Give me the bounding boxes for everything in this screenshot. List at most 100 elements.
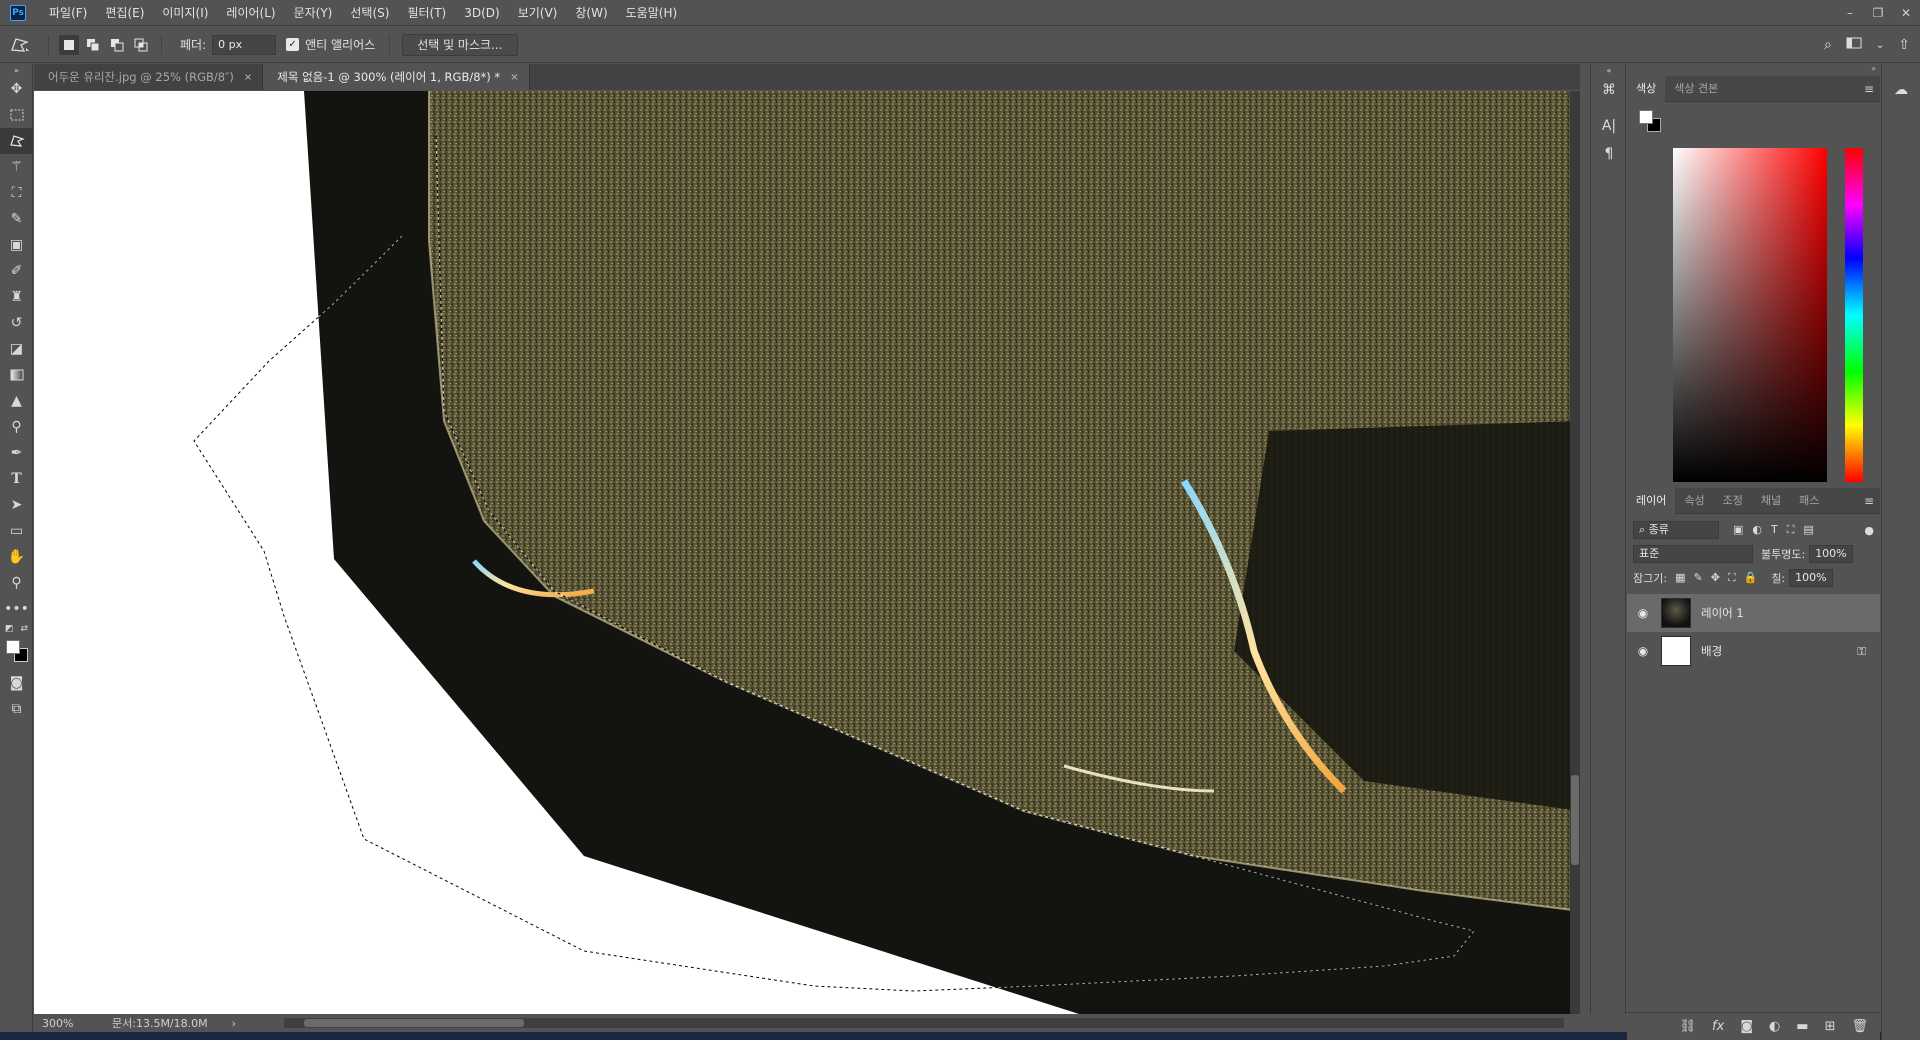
marquee-tool-icon[interactable]: [0, 102, 33, 128]
layer-row-background[interactable]: ◉ 배경 ⚿: [1627, 632, 1880, 670]
menu-filter[interactable]: 필터(T): [398, 0, 455, 26]
layer-name[interactable]: 레이어 1: [1701, 605, 1744, 621]
link-icon[interactable]: ⛓: [1680, 1019, 1697, 1034]
dock-collapse-icon[interactable]: «: [1591, 64, 1627, 76]
mask-icon[interactable]: ◙: [1740, 1019, 1753, 1034]
move-tool-icon[interactable]: ✥: [0, 76, 33, 102]
menu-help[interactable]: 도움말(H): [617, 0, 687, 26]
toolbar-collapse-icon[interactable]: »: [0, 64, 33, 76]
adjustment-icon[interactable]: ◐: [1769, 1019, 1780, 1034]
dodge-tool-icon[interactable]: ⚲: [0, 414, 33, 440]
status-menu-arrow-icon[interactable]: ›: [232, 1017, 236, 1030]
foreground-color-swatch[interactable]: [1639, 110, 1653, 124]
blur-tool-icon[interactable]: ▲: [0, 388, 33, 414]
menu-image[interactable]: 이미지(I): [153, 0, 217, 26]
filter-toggle-icon[interactable]: ●: [1864, 524, 1874, 537]
menu-edit[interactable]: 편집(E): [96, 0, 153, 26]
type-tool-icon[interactable]: T: [0, 466, 33, 492]
document-canvas[interactable]: [34, 91, 1580, 1014]
layer-row-layer1[interactable]: ◉ 레이어 1: [1627, 594, 1880, 632]
menu-window[interactable]: 창(W): [566, 0, 616, 26]
horizontal-scrollbar-thumb[interactable]: [304, 1019, 524, 1027]
character-panel-icon[interactable]: A|: [1591, 112, 1627, 140]
vertical-scrollbar[interactable]: [1570, 91, 1580, 1014]
tab-swatches[interactable]: 색상 견본: [1665, 76, 1727, 102]
panel-menu-icon[interactable]: ≡: [1864, 494, 1874, 508]
minimize-icon[interactable]: –: [1836, 0, 1864, 26]
menu-select[interactable]: 선택(S): [341, 0, 398, 26]
feather-input[interactable]: 0 px: [212, 34, 277, 55]
close-icon[interactable]: ✕: [1892, 0, 1920, 26]
folder-icon[interactable]: ▬: [1796, 1019, 1808, 1034]
tab-close-icon[interactable]: ×: [244, 72, 252, 83]
layer-filter-select[interactable]: ⌕ 종류: [1633, 521, 1719, 539]
panel-menu-icon[interactable]: ≡: [1864, 82, 1874, 96]
path-selection-tool-icon[interactable]: ➤: [0, 492, 33, 518]
history-brush-tool-icon[interactable]: ↺: [0, 310, 33, 336]
menu-3d[interactable]: 3D(D): [455, 0, 508, 26]
tab-adjustments[interactable]: 조정: [1714, 488, 1752, 514]
select-and-mask-button[interactable]: 선택 및 마스크...: [402, 33, 518, 56]
tab-color[interactable]: 색상: [1627, 75, 1666, 102]
new-layer-icon[interactable]: ⊞: [1825, 1019, 1836, 1034]
paragraph-panel-icon[interactable]: ¶: [1591, 140, 1627, 168]
filter-type-icons[interactable]: ▣◐T⛶▤: [1733, 523, 1823, 537]
hue-slider[interactable]: [1845, 148, 1863, 482]
search-icon[interactable]: ⌕: [1824, 37, 1832, 53]
tab-close-icon[interactable]: ×: [510, 72, 518, 83]
polygonal-lasso-tool-icon[interactable]: [0, 128, 33, 154]
tab-properties[interactable]: 속성: [1675, 488, 1713, 514]
tab-channels[interactable]: 채널: [1752, 488, 1790, 514]
canvas-image[interactable]: [34, 91, 1580, 1014]
pen-tool-icon[interactable]: ✒: [0, 440, 33, 466]
polygonal-lasso-preset-icon[interactable]: [0, 32, 40, 58]
screen-mode-icon[interactable]: ⧉: [0, 696, 33, 722]
history-panel-icon[interactable]: ⌘: [1591, 76, 1627, 104]
workspace-icon[interactable]: [1846, 36, 1862, 54]
eyedropper-tool-icon[interactable]: ✎: [0, 206, 33, 232]
tab-document-1[interactable]: 어두운 유리잔.jpg @ 25% (RGB/8″) ×: [34, 64, 264, 90]
visibility-eye-icon[interactable]: ◉: [1633, 644, 1653, 658]
tab-paths[interactable]: 패스: [1790, 488, 1828, 514]
menu-view[interactable]: 보기(V): [509, 0, 567, 26]
tab-document-2[interactable]: 제목 없음-1 @ 300% (레이어 1, RGB/8*) * ×: [263, 64, 530, 90]
brush-tool-icon[interactable]: ✐: [0, 258, 33, 284]
antialias-checkbox[interactable]: ✓: [286, 38, 300, 51]
restore-icon[interactable]: ❐: [1864, 0, 1892, 26]
frame-tool-icon[interactable]: ▣: [0, 232, 33, 258]
fill-input[interactable]: 100%: [1789, 569, 1834, 587]
more-tools-icon[interactable]: •••: [0, 596, 33, 622]
menu-type[interactable]: 문자(Y): [285, 0, 342, 26]
lock-options-icons[interactable]: ▦✎✥⛶🔒: [1675, 571, 1765, 585]
zoom-tool-icon[interactable]: ⚲: [0, 570, 33, 596]
visibility-eye-icon[interactable]: ◉: [1633, 606, 1653, 620]
tab-layers[interactable]: 레이어: [1627, 487, 1676, 514]
blend-mode-select[interactable]: 표준: [1633, 545, 1753, 563]
clone-stamp-tool-icon[interactable]: ♜: [0, 284, 33, 310]
color-swatches[interactable]: [0, 636, 33, 670]
rectangle-tool-icon[interactable]: ▭: [0, 518, 33, 544]
foreground-color-swatch[interactable]: [6, 640, 20, 654]
magic-wand-tool-icon[interactable]: ⚚: [0, 154, 33, 180]
menu-file[interactable]: 파일(F): [40, 0, 96, 26]
zoom-level[interactable]: 300%: [42, 1017, 100, 1030]
subtract-selection-mode-button[interactable]: [107, 35, 127, 55]
quick-mask-icon[interactable]: ◙: [0, 670, 33, 696]
gradient-tool-icon[interactable]: [0, 362, 33, 388]
menu-layer[interactable]: 레이어(L): [217, 0, 284, 26]
share-icon[interactable]: ⇧: [1898, 37, 1910, 53]
crop-tool-icon[interactable]: ⛶: [0, 180, 33, 206]
panel-collapse-icon[interactable]: »: [1627, 64, 1880, 76]
chevron-down-icon[interactable]: ⌄: [1876, 40, 1884, 51]
hand-tool-icon[interactable]: ✋: [0, 544, 33, 570]
swap-colors-icon[interactable]: ◩ ⇄: [0, 622, 33, 636]
layer-name[interactable]: 배경: [1701, 643, 1722, 659]
vertical-scrollbar-thumb[interactable]: [1571, 775, 1579, 865]
libraries-icon[interactable]: ☁: [1882, 76, 1920, 104]
intersect-selection-mode-button[interactable]: [131, 35, 151, 55]
opacity-input[interactable]: 100%: [1809, 545, 1854, 563]
fx-icon[interactable]: fx: [1712, 1019, 1724, 1034]
color-picker-field[interactable]: [1673, 148, 1827, 482]
trash-icon[interactable]: 🗑: [1851, 1019, 1868, 1034]
eraser-tool-icon[interactable]: ◪: [0, 336, 33, 362]
